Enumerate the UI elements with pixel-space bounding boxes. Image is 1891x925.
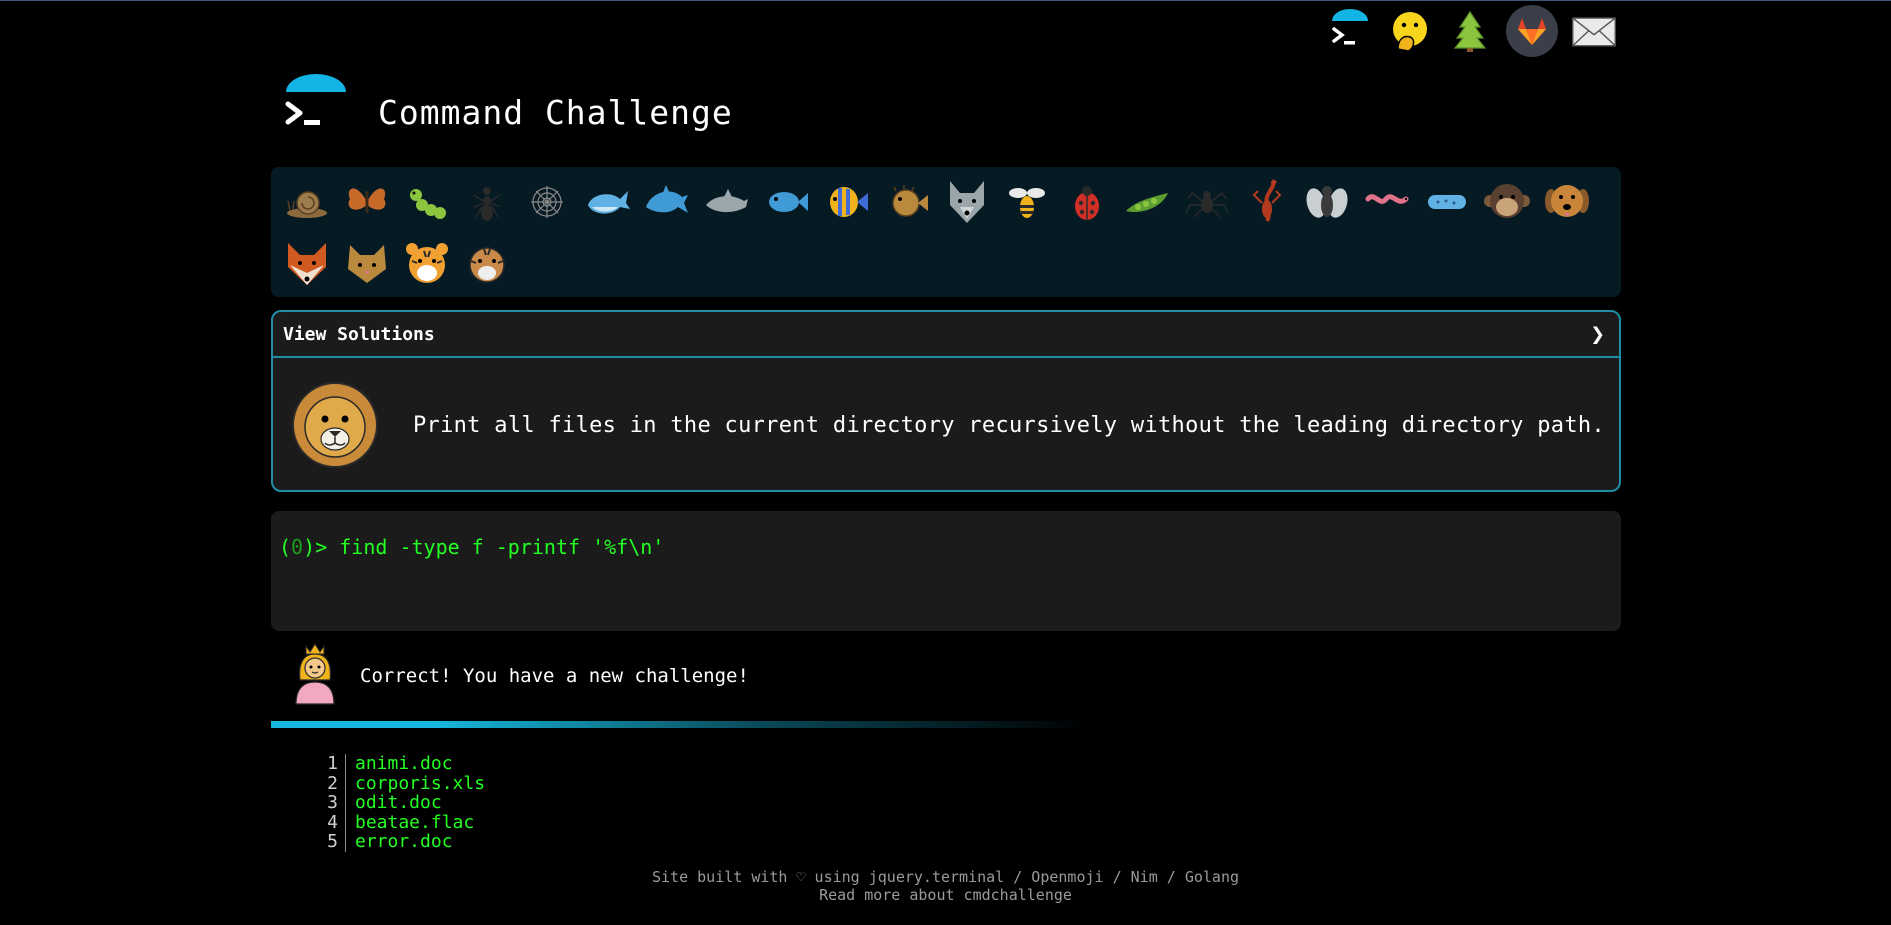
ant-icon[interactable]: [457, 171, 517, 233]
top-border: [0, 0, 1891, 1]
cat-face-icon[interactable]: [337, 233, 397, 295]
whale-icon[interactable]: [577, 171, 637, 233]
microbe-icon[interactable]: [1417, 171, 1477, 233]
command-output: 1 animi.doc 2 corporis.xls 3 odit.doc 4 beat…: [320, 754, 485, 852]
fox-face-icon[interactable]: [277, 233, 337, 295]
envelope-icon[interactable]: [1570, 7, 1618, 55]
footer-read-more-link[interactable]: Read more about cmdchallenge: [0, 886, 1891, 904]
progress-divider: [271, 721, 1091, 728]
output-text: error.doc: [355, 831, 453, 852]
line-number: 1: [320, 754, 346, 774]
challenge-body: Print all files in the current directory…: [273, 358, 1619, 492]
challenge-description: Print all files in the current directory…: [413, 412, 1605, 438]
line-number: 3: [320, 793, 346, 813]
tiger-face-outline-icon[interactable]: [457, 233, 517, 295]
output-text: corporis.xls: [355, 772, 486, 794]
app-logo-icon[interactable]: [280, 72, 352, 142]
footer: Site built with ♡ using jquery.terminal …: [0, 868, 1891, 904]
wolf-icon[interactable]: [937, 171, 997, 233]
result-row: Correct! You have a new challenge!: [290, 640, 749, 706]
dolphin-icon[interactable]: [637, 171, 697, 233]
spider-icon[interactable]: [1177, 171, 1237, 233]
output-line: 1 animi.doc: [320, 754, 485, 774]
evergreen-tree-icon[interactable]: [1446, 7, 1494, 55]
terminal[interactable]: (0)> find -type f -printf '%f\n': [271, 511, 1621, 631]
dolphin-gray-icon[interactable]: [697, 171, 757, 233]
challenge-progress-panel: [271, 167, 1621, 297]
pea-pod-icon[interactable]: [1117, 171, 1177, 233]
bee-icon[interactable]: [997, 171, 1057, 233]
tiger-face-icon[interactable]: [397, 233, 457, 295]
tropical-fish-icon[interactable]: [817, 171, 877, 233]
lion-face-icon: [285, 375, 385, 475]
butterfly-icon[interactable]: [337, 171, 397, 233]
view-solutions-label: View Solutions: [283, 323, 435, 345]
app-header: Command Challenge: [280, 72, 733, 142]
chevron-right-icon: ❯: [1590, 320, 1605, 348]
snail-icon[interactable]: [277, 171, 337, 233]
fish-icon[interactable]: [757, 171, 817, 233]
princess-icon: [290, 640, 340, 706]
output-text: beatae.flac: [355, 811, 475, 833]
blowfish-icon[interactable]: [877, 171, 937, 233]
result-message: Correct! You have a new challenge!: [360, 665, 749, 687]
worm-icon[interactable]: [1357, 171, 1417, 233]
caterpillar-icon[interactable]: [397, 171, 457, 233]
gitlab-icon[interactable]: [1506, 5, 1558, 57]
view-solutions-toggle[interactable]: View Solutions ❯: [273, 312, 1619, 358]
line-number: 4: [320, 812, 346, 832]
line-number: 2: [320, 773, 346, 793]
output-line: 5 error.doc: [320, 832, 485, 852]
prompt-open: (: [279, 535, 292, 559]
line-number: 5: [320, 832, 346, 852]
output-line: 2 corporis.xls: [320, 772, 486, 794]
challenge-card: View Solutions ❯ Print all files in the …: [271, 310, 1621, 492]
output-text: odit.doc: [355, 792, 442, 813]
output-line: 3 odit.doc: [320, 793, 485, 813]
output-line: 4 beatae.flac: [320, 811, 485, 833]
face-hand-over-mouth-icon[interactable]: [1386, 7, 1434, 55]
output-text: animi.doc: [355, 753, 453, 774]
command-input[interactable]: find -type f -printf '%f\n': [339, 535, 664, 559]
page-title: Command Challenge: [378, 92, 733, 132]
prompt-count: 0: [291, 535, 304, 559]
footer-credits[interactable]: Site built with ♡ using jquery.terminal …: [0, 868, 1891, 886]
top-icon-bar: [1326, 5, 1618, 57]
terminal-logo-icon[interactable]: [1326, 7, 1374, 55]
prompt-close: )>: [303, 535, 328, 559]
spider-web-icon[interactable]: [517, 171, 577, 233]
fly-icon[interactable]: [1297, 171, 1357, 233]
scorpion-icon[interactable]: [1237, 171, 1297, 233]
dog-face-icon[interactable]: [1537, 171, 1597, 233]
monkey-face-icon[interactable]: [1477, 171, 1537, 233]
lady-beetle-icon[interactable]: [1057, 171, 1117, 233]
